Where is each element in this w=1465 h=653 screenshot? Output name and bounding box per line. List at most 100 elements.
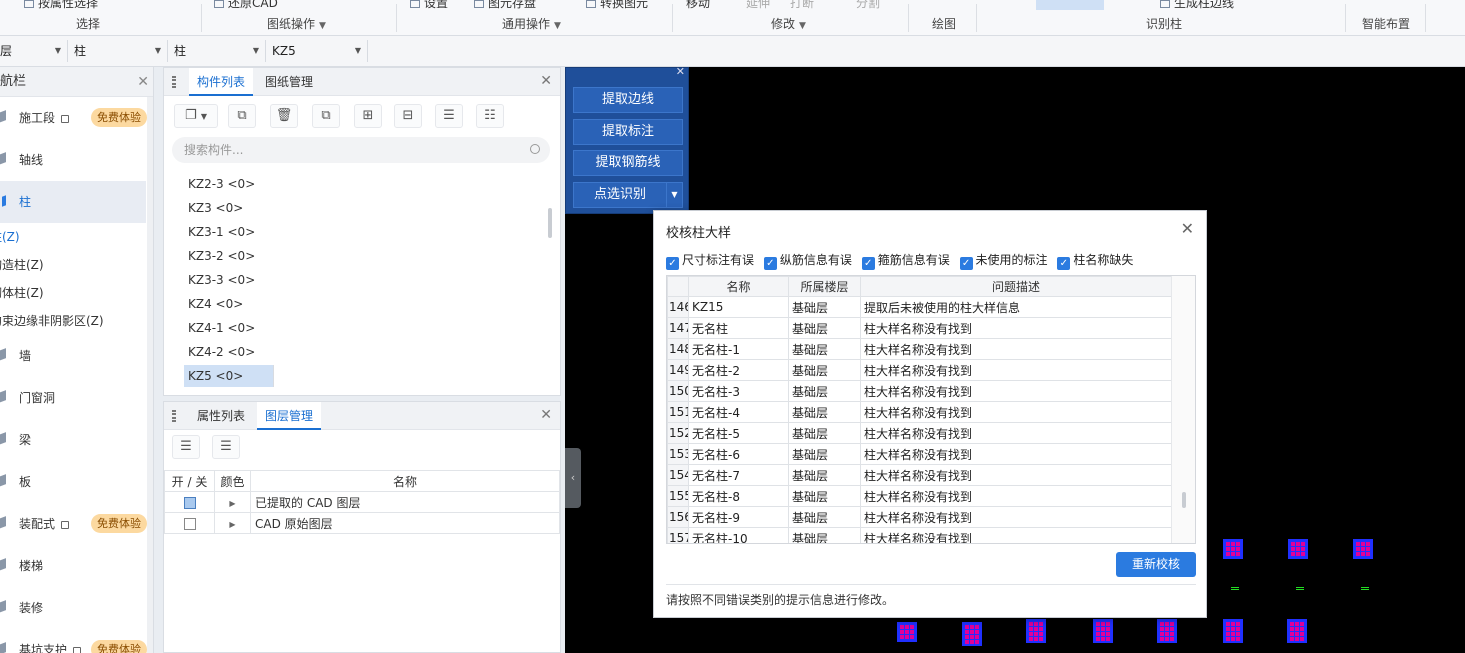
nav-item-decoration[interactable]: 装修 <box>0 587 153 629</box>
hide-layers-button[interactable]: ☰ <box>212 435 240 459</box>
group-label-modify[interactable]: 修改 ▼ <box>771 15 806 32</box>
restore-cad-button[interactable]: 还原CAD <box>214 0 278 11</box>
nav-item-axis[interactable]: 轴线 <box>0 139 153 181</box>
table-row[interactable]: 152无名柱-5基础层柱大样名称没有找到 <box>667 422 1172 444</box>
nav-item-beam[interactable]: 梁 <box>0 419 153 461</box>
extract-rebar-line-button[interactable]: 提取钢筋线 <box>573 150 683 176</box>
list-item[interactable]: KZ4 <0> <box>184 293 243 315</box>
table-row[interactable]: 147无名柱基础层柱大样名称没有找到 <box>667 317 1172 339</box>
new-component-button[interactable]: ❐ ▼ <box>174 104 218 128</box>
extend-button[interactable]: 延伸 <box>746 0 770 11</box>
settings-button[interactable]: 设置 <box>410 0 448 11</box>
chevron-down-icon[interactable]: ▼ <box>666 183 682 207</box>
list-item[interactable]: KZ3-2 <0> <box>184 245 255 267</box>
filter-button[interactable]: ☷ <box>476 104 504 128</box>
table-row[interactable]: 154无名柱-7基础层柱大样名称没有找到 <box>667 464 1172 486</box>
expand-icon[interactable]: ▶ <box>229 499 235 508</box>
tab-drawing-management[interactable]: 图纸管理 <box>257 68 321 96</box>
list-item[interactable]: KZ3-1 <0> <box>184 221 255 243</box>
drag-handle-icon[interactable] <box>172 76 176 88</box>
tab-properties[interactable]: 属性列表 <box>189 402 253 430</box>
extract-edge-button[interactable]: 提取边线 <box>573 87 683 113</box>
generate-column-edge-button[interactable]: 生成柱边线 <box>1160 0 1234 11</box>
nav-item-openings[interactable]: 门窗洞 <box>0 377 153 419</box>
table-row[interactable]: 155无名柱-8基础层柱大样名称没有找到 <box>667 485 1172 507</box>
nav-subitem-boundary-zone[interactable]: 约束边缘非阴影区(Z) <box>0 307 153 335</box>
copy-button[interactable]: ⧉ <box>228 104 256 128</box>
nav-item-construction-section[interactable]: 施工段 免费体验 <box>0 97 153 139</box>
import-button[interactable]: ⊞ <box>354 104 382 128</box>
split-button[interactable]: 分割 <box>856 0 880 11</box>
nav-item-column[interactable]: 柱 <box>0 181 146 223</box>
list-item[interactable]: KZ4-1 <0> <box>184 317 255 339</box>
recheck-button[interactable]: 重新校核 <box>1116 552 1196 577</box>
nav-subitem-column[interactable]: 柱(Z) <box>0 223 153 251</box>
table-scrollbar[interactable] <box>1171 276 1195 543</box>
nav-item-wall[interactable]: 墙 <box>0 335 153 377</box>
category-select[interactable]: 柱 ▼ <box>70 40 168 62</box>
properties-button[interactable]: ☰ <box>435 104 463 128</box>
list-item-selected[interactable]: KZ5 <0> <box>184 365 274 387</box>
table-row[interactable]: 146KZ15基础层提取后未被使用的柱大样信息 <box>667 296 1172 318</box>
table-row[interactable]: ▶ 已提取的 CAD 图层 <box>164 491 560 513</box>
list-item[interactable]: KZ3-3 <0> <box>184 269 255 291</box>
break-button[interactable]: 打断 <box>790 0 814 11</box>
close-icon[interactable]: ✕ <box>540 407 552 423</box>
save-elements-button[interactable]: 图元存盘 <box>474 0 536 11</box>
filter-unused-annotation[interactable]: ✓ 未使用的标注 <box>959 251 1048 270</box>
convert-elements-button[interactable]: 转换图元 <box>586 0 648 11</box>
table-row[interactable]: 151无名柱-4基础层柱大样名称没有找到 <box>667 401 1172 423</box>
free-trial-badge[interactable]: 免费体验 <box>91 514 147 533</box>
layer-toggle-checkbox[interactable] <box>183 517 196 530</box>
table-row[interactable]: 153无名柱-6基础层柱大样名称没有找到 <box>667 443 1172 465</box>
filter-longitudinal-rebar-error[interactable]: ✓ 纵筋信息有误 <box>763 251 852 270</box>
free-trial-badge[interactable]: 免费体验 <box>91 108 147 127</box>
scrollbar-thumb[interactable] <box>1182 492 1186 508</box>
group-label-drawing-ops[interactable]: 图纸操作 ▼ <box>267 15 326 32</box>
list-item[interactable]: KZ4-2 <0> <box>184 341 255 363</box>
layer-toggle-checkbox[interactable] <box>183 496 196 509</box>
floor-select[interactable]: 层 ▼ <box>0 40 68 62</box>
type-select[interactable]: 柱 ▼ <box>170 40 266 62</box>
component-search-input[interactable]: 搜索构件... <box>172 137 550 163</box>
tab-component-list[interactable]: 构件列表 <box>189 68 254 96</box>
nav-subitem-masonry-column[interactable]: 砌体柱(Z) <box>0 279 153 307</box>
collapse-panel-handle[interactable]: ‹ <box>565 448 581 508</box>
show-layers-button[interactable]: ☰ <box>172 435 200 459</box>
nav-subitem-structural-column[interactable]: 构造柱(Z) <box>0 251 153 279</box>
nav-item-slab[interactable]: 板 <box>0 461 153 503</box>
point-identify-button[interactable]: 点选识别 ▼ <box>573 182 683 208</box>
filter-stirrup-error[interactable]: ✓ 箍筋信息有误 <box>861 251 950 270</box>
nav-item-foundation-pit[interactable]: 基坑支护 免费体验 <box>0 629 153 653</box>
table-row[interactable]: 150无名柱-3基础层柱大样名称没有找到 <box>667 380 1172 402</box>
free-trial-badge[interactable]: 免费体验 <box>91 640 147 653</box>
drag-handle-icon[interactable] <box>172 410 176 422</box>
table-row[interactable]: 149无名柱-2基础层柱大样名称没有找到 <box>667 359 1172 381</box>
filter-dimension-error[interactable]: ✓ 尺寸标注有误 <box>666 251 754 270</box>
ribbon-active-button[interactable] <box>1036 0 1104 10</box>
expand-icon[interactable]: ▶ <box>229 520 235 529</box>
nav-item-prefab[interactable]: 装配式 免费体验 <box>0 503 153 545</box>
tab-layer-management[interactable]: 图层管理 <box>257 402 322 430</box>
copy-to-floor-button[interactable]: ⧉ <box>312 104 340 128</box>
close-icon[interactable]: ✕ <box>676 65 685 78</box>
select-by-attribute-button[interactable]: 按属性选择 <box>24 0 98 11</box>
list-item[interactable]: KZ2-3 <0> <box>184 173 255 195</box>
extract-annotation-button[interactable]: 提取标注 <box>573 119 683 145</box>
nav-item-stairs[interactable]: 楼梯 <box>0 545 153 587</box>
export-button[interactable]: ⊟ <box>394 104 422 128</box>
delete-button[interactable]: 🗑 <box>270 104 298 128</box>
close-icon[interactable]: ✕ <box>137 67 149 97</box>
component-select[interactable]: KZ5 ▼ <box>268 40 368 62</box>
close-icon[interactable]: ✕ <box>1181 219 1194 238</box>
group-label-common-ops[interactable]: 通用操作 ▼ <box>502 15 561 32</box>
nav-scrollbar[interactable] <box>147 97 153 653</box>
table-row[interactable]: 148无名柱-1基础层柱大样名称没有找到 <box>667 338 1172 360</box>
component-list-scrollbar[interactable] <box>548 208 552 238</box>
move-button[interactable]: 移动 <box>686 0 710 11</box>
table-row[interactable]: 156无名柱-9基础层柱大样名称没有找到 <box>667 506 1172 528</box>
filter-missing-column-name[interactable]: ✓ 柱名称缺失 <box>1057 251 1133 270</box>
table-row[interactable]: ▶ CAD 原始图层 <box>164 512 560 534</box>
close-icon[interactable]: ✕ <box>540 73 552 89</box>
list-item[interactable]: KZ3 <0> <box>184 197 243 219</box>
